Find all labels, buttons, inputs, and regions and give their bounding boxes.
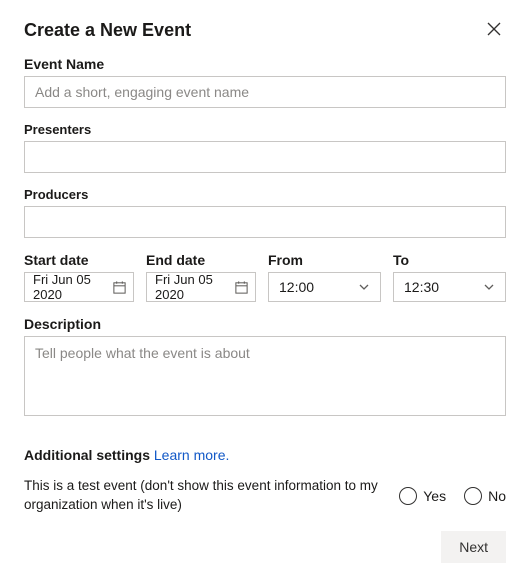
from-time-col: From 12:00 (268, 252, 381, 302)
test-event-yes-radio[interactable]: Yes (399, 487, 446, 505)
event-name-input[interactable] (24, 76, 506, 108)
from-time-value: 12:00 (279, 279, 314, 295)
close-icon (487, 22, 501, 39)
end-date-label: End date (146, 252, 256, 268)
description-input[interactable] (24, 336, 506, 416)
learn-more-link[interactable]: Learn more. (154, 447, 229, 463)
event-name-label: Event Name (24, 56, 506, 72)
chevron-down-icon (483, 281, 495, 293)
radio-no-label: No (488, 488, 506, 504)
test-event-row: This is a test event (don't show this ev… (24, 477, 506, 515)
dialog-footer: Next (441, 531, 506, 563)
start-date-label: Start date (24, 252, 134, 268)
start-date-value: Fri Jun 05 2020 (33, 272, 108, 302)
from-label: From (268, 252, 381, 268)
to-time-select[interactable]: 12:30 (393, 272, 506, 302)
producers-input[interactable] (24, 206, 506, 238)
presenters-input[interactable] (24, 141, 506, 173)
additional-settings-heading: Additional settings Learn more. (24, 447, 506, 463)
radio-icon (464, 487, 482, 505)
end-date-picker[interactable]: Fri Jun 05 2020 (146, 272, 256, 302)
radio-yes-label: Yes (423, 488, 446, 504)
producers-label: Producers (24, 187, 506, 202)
chevron-down-icon (358, 281, 370, 293)
dialog-header: Create a New Event (24, 18, 506, 42)
calendar-icon (112, 280, 127, 295)
to-label: To (393, 252, 506, 268)
test-event-no-radio[interactable]: No (464, 487, 506, 505)
end-date-value: Fri Jun 05 2020 (155, 272, 230, 302)
to-time-col: To 12:30 (393, 252, 506, 302)
close-button[interactable] (482, 18, 506, 42)
additional-settings-text: Additional settings (24, 447, 150, 463)
dialog-title: Create a New Event (24, 20, 191, 41)
next-button[interactable]: Next (441, 531, 506, 563)
presenters-label: Presenters (24, 122, 506, 137)
create-event-dialog: Create a New Event Event Name Presenters… (0, 0, 530, 583)
description-label: Description (24, 316, 506, 332)
to-time-value: 12:30 (404, 279, 439, 295)
test-event-label: This is a test event (don't show this ev… (24, 477, 381, 515)
date-time-row: Start date Fri Jun 05 2020 (24, 252, 506, 302)
start-date-col: Start date Fri Jun 05 2020 (24, 252, 134, 302)
calendar-icon (234, 280, 249, 295)
radio-icon (399, 487, 417, 505)
from-time-select[interactable]: 12:00 (268, 272, 381, 302)
end-date-col: End date Fri Jun 05 2020 (146, 252, 256, 302)
start-date-picker[interactable]: Fri Jun 05 2020 (24, 272, 134, 302)
